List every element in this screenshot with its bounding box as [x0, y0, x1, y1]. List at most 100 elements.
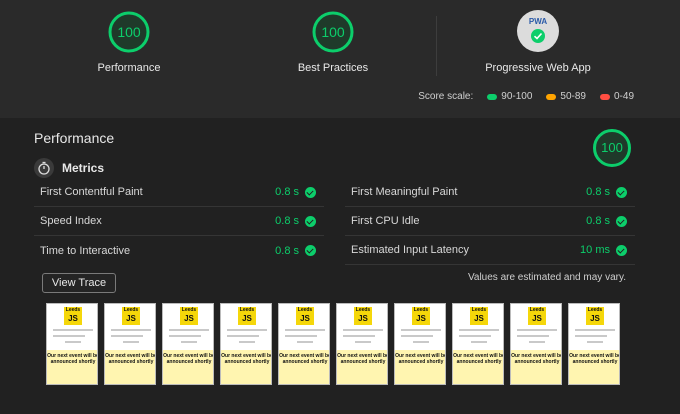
event-banner: Our next event will be announced shortly	[337, 350, 387, 384]
gauge-label: Progressive Web App	[485, 62, 591, 74]
event-banner: Our next event will be announced shortly	[395, 350, 445, 384]
fail-indicator-icon	[599, 93, 610, 100]
logo-main: JS	[474, 314, 484, 323]
logo-top: Leeds	[123, 307, 139, 313]
leedsjs-logo: Leeds JS	[122, 307, 140, 325]
logo-top: Leeds	[181, 307, 197, 313]
gauge-ring: 100	[311, 10, 355, 54]
pwa-badge: PWA	[517, 10, 559, 52]
estimate-note: Values are estimated and may vary.	[467, 272, 626, 283]
logo-main: JS	[358, 314, 368, 323]
header-divider	[436, 16, 437, 76]
check-icon	[616, 215, 627, 227]
metric-row: Estimated Input Latency 10 ms	[345, 236, 635, 265]
gauge-performance[interactable]: 100 Performance	[49, 10, 209, 74]
logo-main: JS	[532, 314, 542, 323]
leedsjs-logo: Leeds JS	[528, 307, 546, 325]
event-banner: Our next event will be announced shortly	[569, 350, 619, 384]
filmstrip-frame: Leeds JS Our next event will be announced …	[394, 303, 446, 385]
logo-top: Leeds	[65, 307, 81, 313]
metric-name: Speed Index	[40, 215, 102, 227]
logo-main: JS	[184, 314, 194, 323]
event-banner: Our next event will be announced shortly	[221, 350, 271, 384]
logo-main: JS	[590, 314, 600, 323]
metric-value: 0.8 s	[586, 215, 610, 227]
logo-top: Leeds	[413, 307, 429, 313]
average-indicator-icon	[546, 93, 557, 100]
metric-name: First CPU Idle	[351, 215, 420, 227]
event-banner: Our next event will be announced shortly	[163, 350, 213, 384]
filmstrip-frame: Leeds JS Our next event will be announced …	[46, 303, 98, 385]
logo-main: JS	[300, 314, 310, 323]
check-icon	[531, 29, 545, 43]
section-title: Performance	[34, 130, 115, 146]
nav-lines	[459, 329, 499, 347]
nav-lines	[169, 329, 209, 347]
score-header: 100 Performance 100 Best Practices PWA P…	[0, 0, 680, 118]
filmstrip-frame: Leeds JS Our next event will be announced …	[452, 303, 504, 385]
view-trace-button[interactable]: View Trace	[42, 273, 116, 293]
filmstrip-frame: Leeds JS Our next event will be announced …	[568, 303, 620, 385]
metric-value: 0.8 s	[275, 186, 299, 198]
metric-value: 10 ms	[580, 244, 610, 256]
filmstrip-frame: Leeds JS Our next event will be announced …	[336, 303, 388, 385]
score-scale-title: Score scale:	[418, 91, 474, 102]
check-icon	[616, 244, 627, 256]
metrics-title: Metrics	[62, 161, 105, 175]
check-icon	[305, 215, 316, 227]
event-banner: Our next event will be announced shortly	[279, 350, 329, 384]
leedsjs-logo: Leeds JS	[238, 307, 256, 325]
check-icon	[305, 245, 316, 256]
metric-value: 0.8 s	[275, 244, 299, 257]
metric-name: First Meaningful Paint	[351, 186, 458, 198]
check-icon	[305, 186, 316, 198]
leedsjs-logo: Leeds JS	[64, 307, 82, 325]
event-banner: Our next event will be announced shortly	[511, 350, 561, 384]
pass-indicator-icon	[487, 93, 498, 100]
event-banner: Our next event will be announced shortly	[47, 350, 97, 384]
leedsjs-logo: Leeds JS	[354, 307, 372, 325]
logo-main: JS	[242, 314, 252, 323]
metric-value: 0.8 s	[275, 215, 299, 227]
metric-row: First Contentful Paint 0.8 s	[34, 178, 324, 207]
pwa-badge-text: PWA	[528, 17, 548, 26]
nav-lines	[111, 329, 151, 347]
filmstrip-frame: Leeds JS Our next event will be announced …	[510, 303, 562, 385]
logo-main: JS	[416, 314, 426, 323]
gauge-ring: 100	[107, 10, 151, 54]
logo-top: Leeds	[529, 307, 545, 313]
performance-score-gauge: 100	[592, 128, 632, 168]
gauge-score: 100	[601, 140, 623, 155]
event-banner: Our next event will be announced shortly	[453, 350, 503, 384]
filmstrip-frame: Leeds JS Our next event will be announced …	[220, 303, 272, 385]
gauge-score: 100	[117, 24, 141, 40]
nav-lines	[227, 329, 267, 347]
nav-lines	[575, 329, 615, 347]
gauge-label: Performance	[97, 62, 161, 74]
logo-main: JS	[126, 314, 136, 323]
metric-row: Time to Interactive 0.8 s	[34, 236, 324, 265]
scale-range-pass: 90-100	[501, 91, 533, 102]
metric-row: First CPU Idle 0.8 s	[345, 207, 635, 236]
logo-main: JS	[68, 314, 78, 323]
filmstrip-frame: Leeds JS Our next event will be announced …	[278, 303, 330, 385]
stopwatch-icon	[34, 158, 54, 178]
leedsjs-logo: Leeds JS	[296, 307, 314, 325]
logo-top: Leeds	[587, 307, 603, 313]
leedsjs-logo: Leeds JS	[412, 307, 430, 325]
nav-lines	[53, 329, 93, 347]
nav-lines	[517, 329, 557, 347]
gauge-pwa[interactable]: PWA Progressive Web App	[458, 10, 618, 74]
logo-top: Leeds	[239, 307, 255, 313]
gauge-best-practices[interactable]: 100 Best Practices	[253, 10, 413, 74]
nav-lines	[401, 329, 441, 347]
leedsjs-logo: Leeds JS	[470, 307, 488, 325]
check-icon	[616, 186, 627, 198]
logo-top: Leeds	[355, 307, 371, 313]
scale-range-fail: 0-49	[613, 91, 634, 102]
metric-name: Estimated Input Latency	[351, 244, 470, 256]
metric-name: First Contentful Paint	[40, 186, 143, 198]
gauge-score: 100	[321, 24, 345, 40]
metric-row: Speed Index 0.8 s	[34, 207, 324, 236]
nav-lines	[343, 329, 383, 347]
